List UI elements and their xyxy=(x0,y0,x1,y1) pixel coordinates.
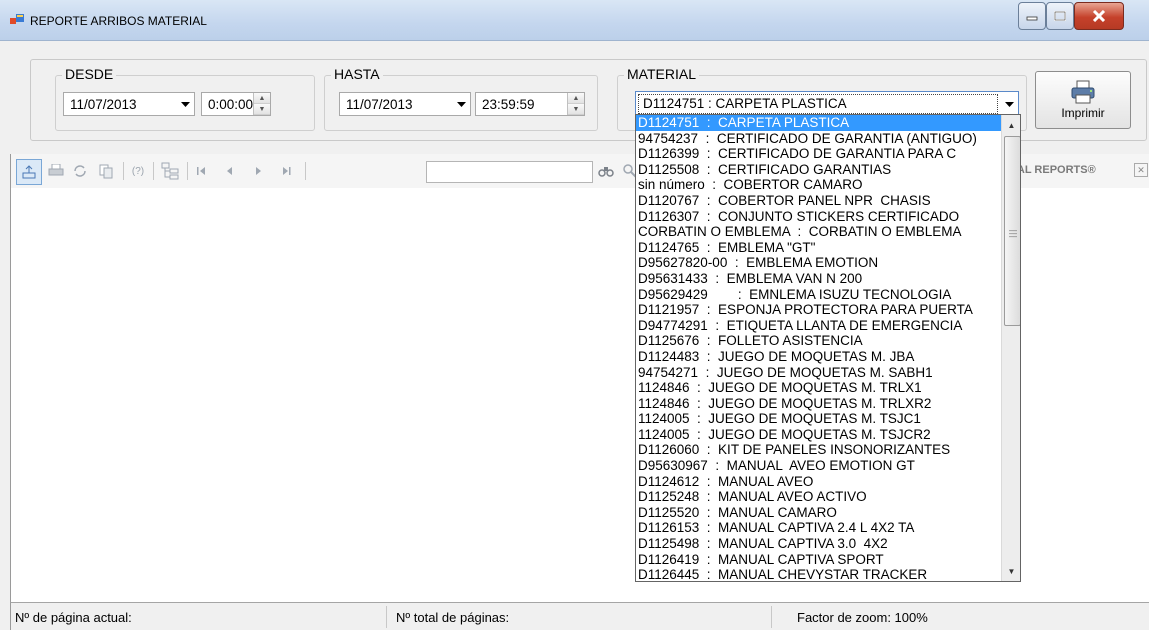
material-option[interactable]: D95627820-00 : EMBLEMA EMOTION xyxy=(636,255,1001,271)
hasta-time-value: 23:59:59 xyxy=(482,96,535,112)
desde-label: DESDE xyxy=(62,66,117,82)
print-icon[interactable] xyxy=(47,162,65,180)
close-button[interactable] xyxy=(1074,2,1124,30)
print-button-label: Imprimir xyxy=(1061,106,1105,120)
desde-time-value: 0:00:00 xyxy=(208,96,254,112)
material-option[interactable]: 1124846 : JUEGO DE MOQUETAS M. TRLX1 xyxy=(636,380,1001,396)
status-separator xyxy=(386,606,387,628)
help-icon[interactable]: (?) xyxy=(129,162,147,180)
find-icon[interactable] xyxy=(597,162,615,180)
toolbar-separator xyxy=(153,162,154,180)
spin-down-icon[interactable]: ▼ xyxy=(568,104,584,115)
material-option[interactable]: D1124483 : JUEGO DE MOQUETAS M. JBA xyxy=(636,349,1001,365)
first-page-icon[interactable] xyxy=(193,162,211,180)
material-option[interactable]: 94754271 : JUEGO DE MOQUETAS M. SABH1 xyxy=(636,365,1001,381)
material-option[interactable]: CORBATIN O EMBLEMA : CORBATIN O EMBLEMA xyxy=(636,224,1001,240)
copy-icon[interactable] xyxy=(97,162,115,180)
desde-time-field[interactable]: 0:00:00 ▲ ▼ xyxy=(201,92,271,116)
hasta-date-value: 11/07/2013 xyxy=(346,96,413,112)
material-option[interactable]: D1125676 : FOLLETO ASISTENCIA xyxy=(636,333,1001,349)
spin-up-icon[interactable]: ▲ xyxy=(568,93,584,104)
crystal-reports-brand: TAL REPORTS® xyxy=(1011,164,1096,176)
material-option[interactable]: 1124005 : JUEGO DE MOQUETAS M. TSJC1 xyxy=(636,411,1001,427)
material-option[interactable]: D1126307 : CONJUNTO STICKERS CERTIFICADO xyxy=(636,209,1001,225)
toolbar-separator xyxy=(123,162,124,180)
material-option[interactable]: D1126445 : MANUAL CHEVYSTAR TRACKER xyxy=(636,567,1001,581)
maximize-icon xyxy=(1054,11,1066,21)
material-option[interactable]: D1124751 : CARPETA PLASTICA xyxy=(636,115,1001,131)
scroll-up-icon[interactable]: ▲ xyxy=(1002,117,1020,133)
toolbar-separator xyxy=(187,162,188,180)
app-window: REPORTE ARRIBOS MATERIAL DESDE 11/07/201… xyxy=(0,0,1149,630)
app-icon xyxy=(10,14,24,26)
hasta-time-spinner[interactable]: ▲ ▼ xyxy=(567,93,584,115)
material-option[interactable]: D95629429 : EMNLEMA ISUZU TECNOLOGIA xyxy=(636,287,1001,303)
material-selected-value: D1124751 : CARPETA PLASTICA xyxy=(638,94,998,114)
material-option[interactable]: 1124005 : JUEGO DE MOQUETAS M. TSJCR2 xyxy=(636,427,1001,443)
material-option[interactable]: D1126399 : CERTIFICADO DE GARANTIA PARA … xyxy=(636,146,1001,162)
spin-up-icon[interactable]: ▲ xyxy=(254,93,270,104)
material-option[interactable]: D1126153 : MANUAL CAPTIVA 2.4 L 4X2 TA xyxy=(636,520,1001,536)
hasta-label: HASTA xyxy=(331,66,383,82)
previous-page-icon[interactable] xyxy=(221,162,239,180)
material-option[interactable]: D95630967 : MANUAL AVEO EMOTION GT xyxy=(636,458,1001,474)
next-page-icon[interactable] xyxy=(249,162,267,180)
spin-down-icon[interactable]: ▼ xyxy=(254,104,270,115)
material-option[interactable]: 94754237 : CERTIFICADO DE GARANTIA (ANTI… xyxy=(636,131,1001,147)
status-separator xyxy=(771,606,772,628)
material-option[interactable]: D1125498 : MANUAL CAPTIVA 3.0 4X2 xyxy=(636,536,1001,552)
printer-icon xyxy=(1071,80,1095,104)
close-icon xyxy=(1092,10,1106,22)
material-option[interactable]: sin número : COBERTOR CAMARO xyxy=(636,177,1001,193)
minimize-icon xyxy=(1026,16,1038,21)
minimize-button[interactable] xyxy=(1018,2,1046,30)
total-pages-status: Nº total de páginas: xyxy=(396,610,510,625)
hasta-date-picker[interactable]: 11/07/2013 xyxy=(339,92,471,116)
material-option[interactable]: D94774291 : ETIQUETA LLANTA DE EMERGENCI… xyxy=(636,318,1001,334)
scroll-down-icon[interactable]: ▼ xyxy=(1002,563,1020,579)
material-option[interactable]: D1126419 : MANUAL CAPTIVA SPORT xyxy=(636,552,1001,568)
window-title: REPORTE ARRIBOS MATERIAL xyxy=(30,14,207,28)
toolbar-separator xyxy=(305,162,306,180)
maximize-button[interactable] xyxy=(1046,2,1074,30)
export-icon[interactable] xyxy=(16,159,42,185)
dropdown-items: D1124751 : CARPETA PLASTICA 94754237 : CE… xyxy=(636,115,1001,581)
chevron-down-icon[interactable] xyxy=(176,93,194,115)
desde-time-spinner[interactable]: ▲ ▼ xyxy=(253,93,270,115)
material-option[interactable]: 1124846 : JUEGO DE MOQUETAS M. TRLXR2 xyxy=(636,396,1001,412)
chevron-down-icon[interactable] xyxy=(452,93,470,115)
close-icon[interactable]: ✕ xyxy=(1134,163,1148,177)
material-option[interactable]: D1121957 : ESPONJA PROTECTORA PARA PUERT… xyxy=(636,302,1001,318)
material-option[interactable]: D1124765 : EMBLEMA "GT" xyxy=(636,240,1001,256)
zoom-status: Factor de zoom: 100% xyxy=(797,610,928,625)
chevron-down-icon[interactable] xyxy=(1000,92,1018,116)
grip-icon: — — — xyxy=(1009,226,1017,241)
group-tree-icon[interactable] xyxy=(161,162,179,180)
material-label: MATERIAL xyxy=(624,66,699,82)
refresh-icon[interactable] xyxy=(71,162,89,180)
material-dropdown-list[interactable]: D1124751 : CARPETA PLASTICA 94754237 : CE… xyxy=(635,114,1021,582)
material-option[interactable]: D1124612 : MANUAL AVEO xyxy=(636,474,1001,490)
material-option[interactable]: D1125508 : CERTIFICADO GARANTIAS xyxy=(636,162,1001,178)
material-option[interactable]: D1125248 : MANUAL AVEO ACTIVO xyxy=(636,489,1001,505)
print-button[interactable]: Imprimir xyxy=(1035,71,1131,129)
last-page-icon[interactable] xyxy=(277,162,295,180)
material-option[interactable]: D95631433 : EMBLEMA VAN N 200 xyxy=(636,271,1001,287)
dropdown-scrollbar[interactable]: ▲ — — — ▼ xyxy=(1001,115,1020,581)
current-page-status: Nº de página actual: xyxy=(15,610,132,625)
material-option[interactable]: D1126060 : KIT DE PANELES INSONORIZANTES xyxy=(636,442,1001,458)
goto-page-input[interactable] xyxy=(426,161,593,183)
desde-date-picker[interactable]: 11/07/2013 xyxy=(63,92,195,116)
title-bar: REPORTE ARRIBOS MATERIAL xyxy=(0,0,1149,41)
material-option[interactable]: D1120767 : COBERTOR PANEL NPR CHASIS xyxy=(636,193,1001,209)
material-option[interactable]: D1125520 : MANUAL CAMARO xyxy=(636,505,1001,521)
status-bar: Nº de página actual: Nº total de páginas… xyxy=(10,602,1149,630)
hasta-time-field[interactable]: 23:59:59 ▲ ▼ xyxy=(475,92,585,116)
scrollbar-thumb[interactable]: — — — xyxy=(1004,136,1020,326)
desde-date-value: 11/07/2013 xyxy=(70,96,137,112)
